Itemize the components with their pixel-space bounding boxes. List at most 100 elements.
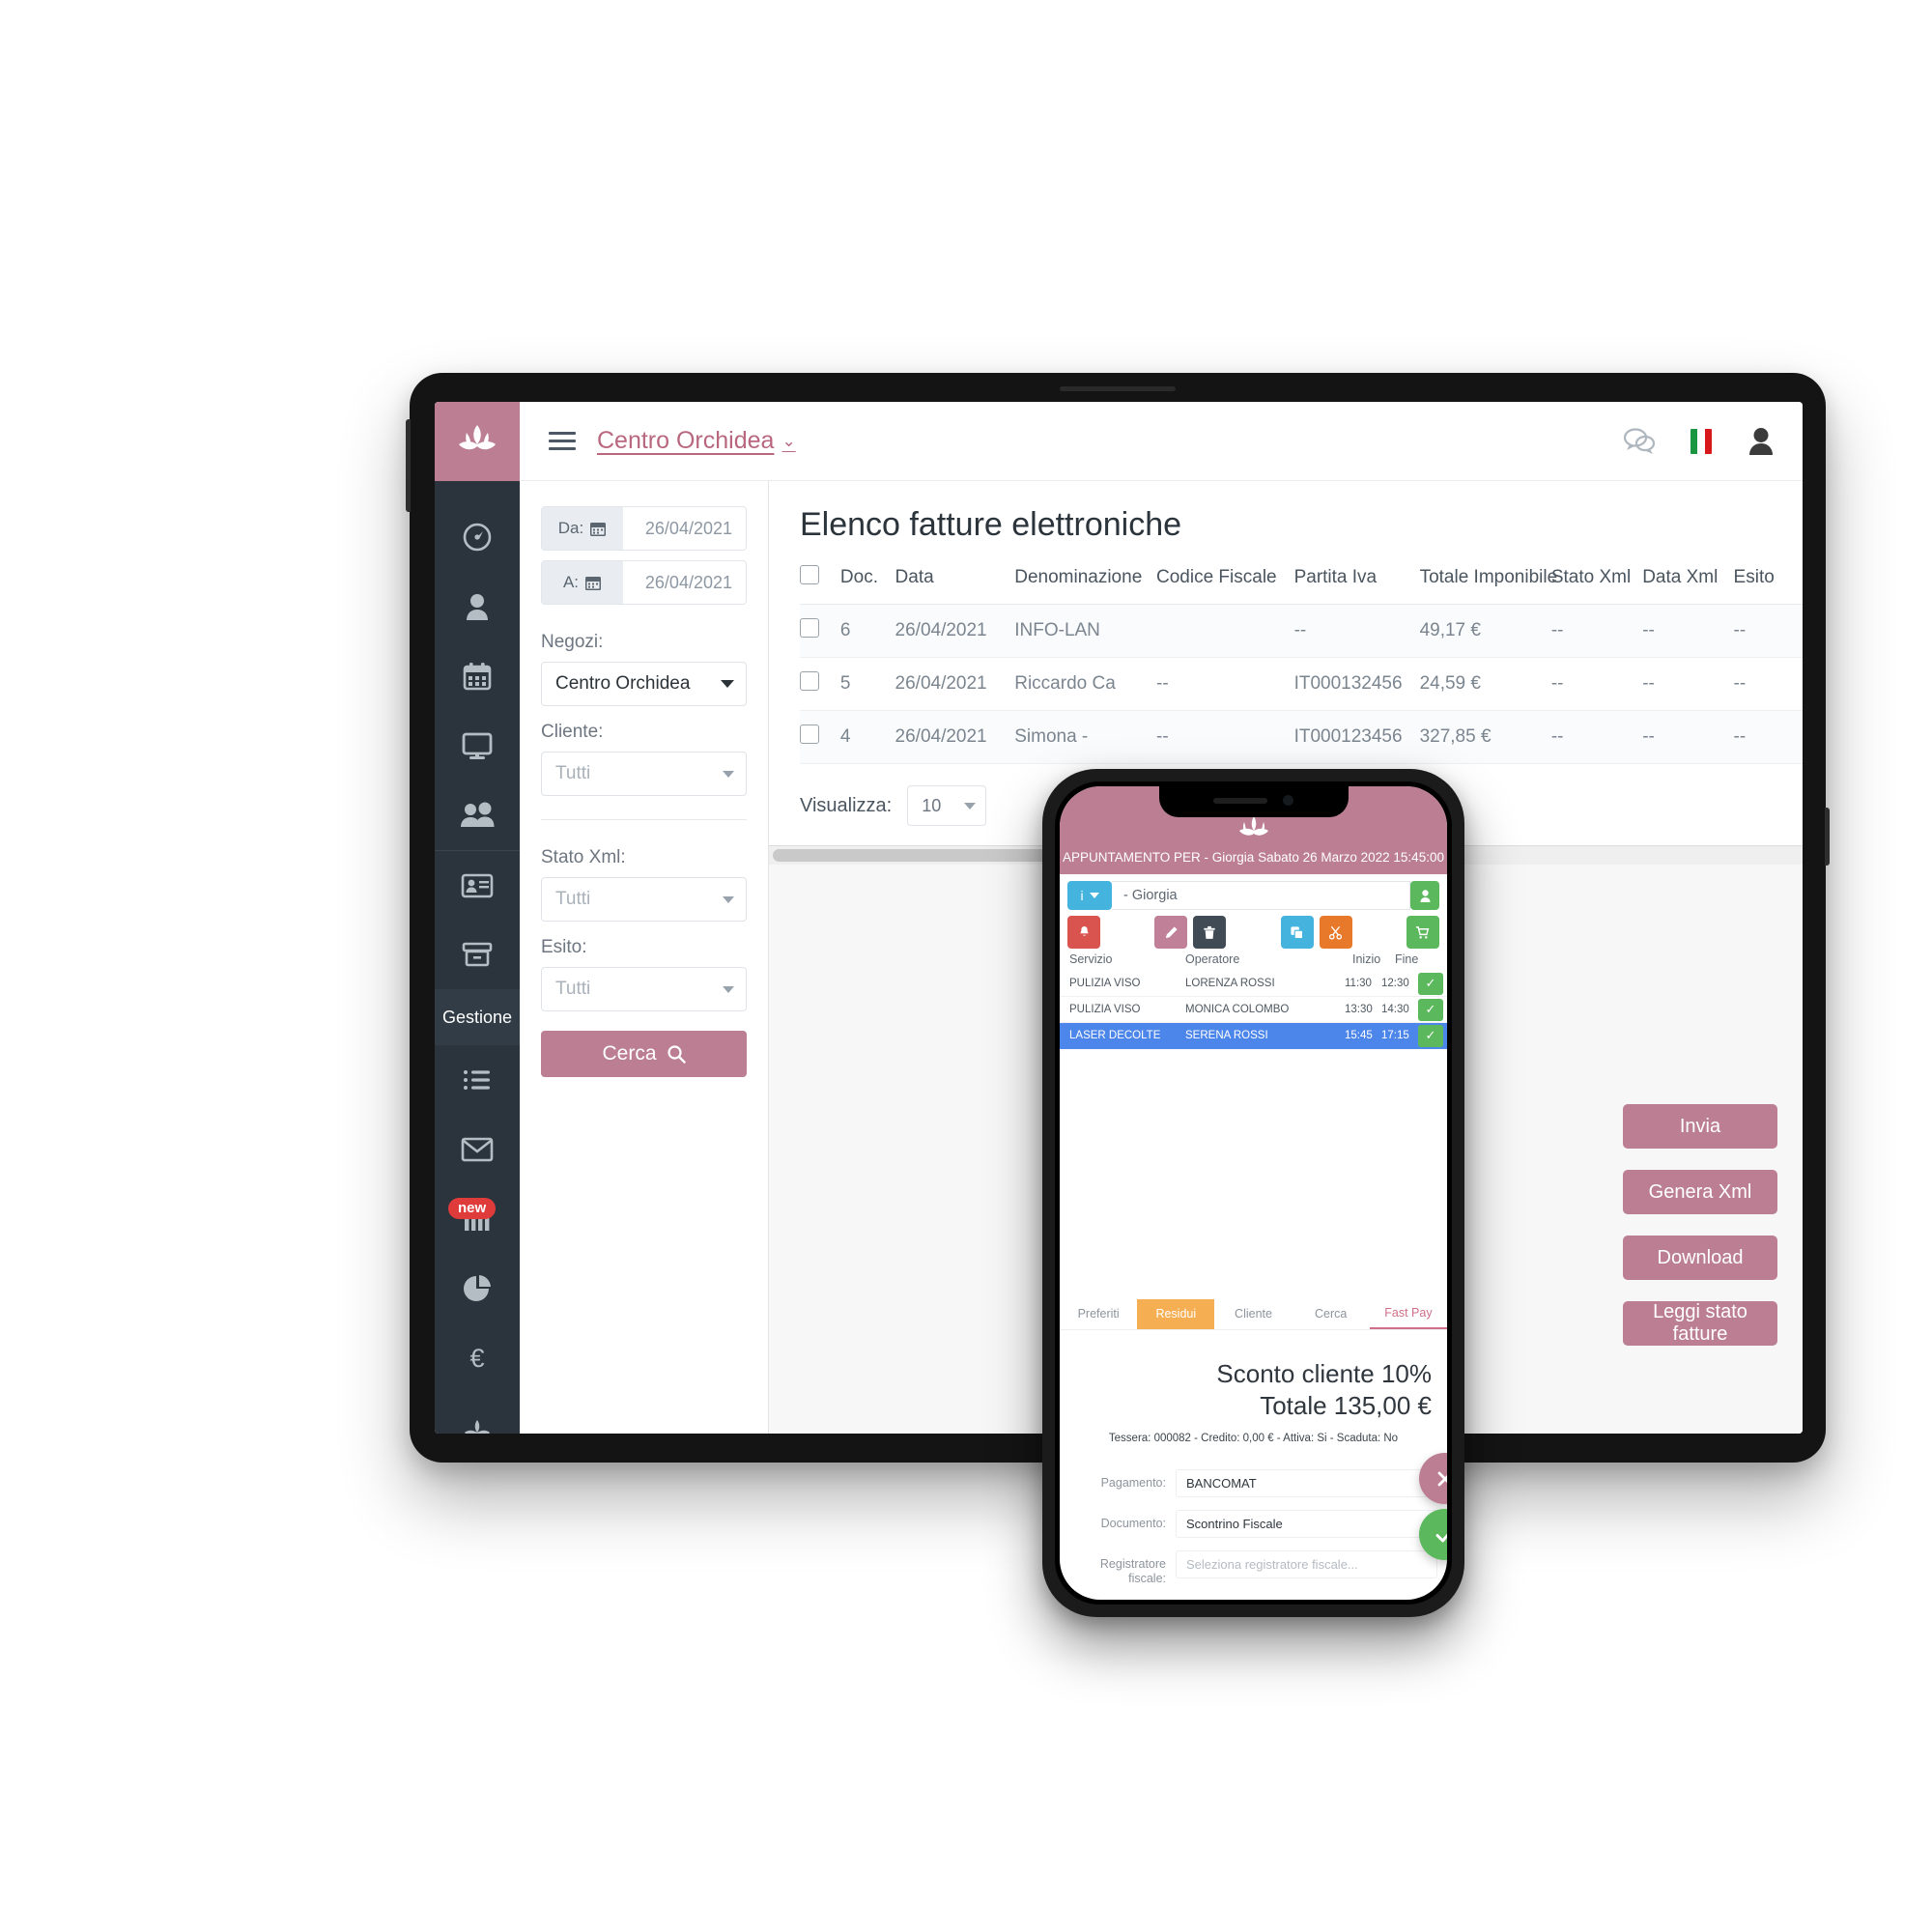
- cell-doc: 4: [839, 710, 895, 764]
- delete-button[interactable]: [1193, 916, 1227, 949]
- register-select[interactable]: Seleziona registratore fiscale...: [1176, 1549, 1437, 1578]
- cart-button[interactable]: [1406, 916, 1439, 949]
- sidebar-item-extra[interactable]: [435, 1393, 520, 1434]
- xml-state-select[interactable]: Tutti: [541, 877, 747, 922]
- cell-data: 26/04/2021: [895, 604, 1015, 658]
- col-doc[interactable]: Doc.: [839, 559, 895, 605]
- sidebar-item-staff[interactable]: [435, 781, 520, 850]
- tab-residui[interactable]: Residui: [1137, 1298, 1215, 1329]
- row-checkbox[interactable]: [800, 671, 819, 691]
- invia-button[interactable]: Invia: [1623, 1104, 1777, 1149]
- date-from-field[interactable]: Da: 26/04/2021: [541, 506, 747, 551]
- col-data[interactable]: Data: [895, 559, 1015, 605]
- cut-button[interactable]: [1319, 916, 1352, 949]
- col-esito[interactable]: Esito: [1733, 559, 1803, 605]
- date-to-value[interactable]: 26/04/2021: [623, 561, 746, 604]
- tablet-volume-button[interactable]: [406, 419, 411, 512]
- outcome-select[interactable]: Tutti: [541, 967, 747, 1011]
- cell-data-xml: --: [1642, 710, 1734, 764]
- cell-denominazione: INFO-LAN: [1014, 604, 1156, 658]
- card-info-line: Tessera: 000082 - Credito: 0,00 € - Atti…: [1108, 1432, 1399, 1444]
- chat-bubbles-icon[interactable]: [1623, 427, 1656, 456]
- lotus-logo-icon: [1238, 816, 1268, 836]
- cell-data: 26/04/2021: [895, 710, 1015, 764]
- sidebar-item-clients[interactable]: [435, 572, 520, 641]
- sidebar-item-lists[interactable]: [435, 1045, 520, 1115]
- leggi-stato-fatture-button[interactable]: Leggi stato fatture: [1623, 1301, 1777, 1346]
- sidebar-item-warehouse[interactable]: [435, 920, 520, 989]
- col-codice-fiscale[interactable]: Codice Fiscale: [1156, 559, 1294, 605]
- select-all-checkbox[interactable]: [800, 565, 819, 584]
- cell-doc: 5: [839, 657, 895, 711]
- sidebar-item-agenda[interactable]: [435, 641, 520, 711]
- client-select[interactable]: Tutti: [541, 752, 747, 796]
- statistics-new-badge: new: [448, 1198, 497, 1219]
- tab-cliente[interactable]: Cliente: [1214, 1299, 1292, 1329]
- table-row[interactable]: 4 26/04/2021 Simona - -- IT000123456 327…: [800, 710, 1803, 764]
- sidebar-item-dashboard[interactable]: [435, 502, 520, 572]
- duplicate-button[interactable]: [1280, 916, 1314, 949]
- sidebar-item-display[interactable]: [435, 711, 520, 781]
- list-icon: [464, 1070, 490, 1090]
- col-data-xml[interactable]: Data Xml: [1642, 559, 1734, 605]
- copy-icon: [1291, 925, 1304, 939]
- row-checkbox[interactable]: [800, 618, 819, 638]
- row-checkbox[interactable]: [800, 724, 819, 744]
- tab-cerca[interactable]: Cerca: [1293, 1299, 1370, 1329]
- cell-data: 26/04/2021: [895, 657, 1015, 711]
- edit-button[interactable]: [1154, 916, 1188, 949]
- info-dropdown-button[interactable]: i: [1067, 881, 1112, 910]
- invoice-table-head: Doc. Data Denominazione Codice Fiscale P…: [800, 559, 1803, 605]
- select-client-button[interactable]: [1410, 881, 1439, 910]
- table-row[interactable]: 6 26/04/2021 INFO-LAN -- 49,17 € -- -- -…: [800, 604, 1803, 658]
- service-start: 11:30: [1345, 978, 1372, 989]
- service-end: 14:30: [1381, 1004, 1409, 1015]
- tab-preferiti[interactable]: Preferiti: [1060, 1299, 1137, 1329]
- col-partita-iva[interactable]: Partita Iva: [1293, 559, 1420, 605]
- outcome-label: Esito:: [541, 937, 587, 957]
- col-totale-imponibile[interactable]: Totale Imponibile: [1419, 559, 1557, 605]
- phone-screen: APPUNTAMENTO PER - Giorgia Sabato 26 Mar…: [1060, 786, 1447, 1600]
- col-denominazione[interactable]: Denominazione: [1014, 559, 1156, 605]
- rows-per-page-select[interactable]: 10: [907, 785, 987, 826]
- header-bar: Centro Orchidea ⌄: [520, 402, 1803, 481]
- sidebar-item-messages[interactable]: [435, 1115, 520, 1184]
- register-row: Registratore fiscale: Seleziona registra…: [1065, 1549, 1437, 1587]
- payment-label: Pagamento:: [1100, 1475, 1166, 1490]
- date-from-value[interactable]: 26/04/2021: [623, 507, 746, 550]
- payment-select[interactable]: BANCOMAT: [1176, 1468, 1437, 1497]
- sidebar-item-statistics[interactable]: new: [435, 1184, 520, 1254]
- list-item[interactable]: PULIZIA VISO MONICA COLOMBO 13:30 14:30 …: [1060, 997, 1447, 1023]
- notify-button[interactable]: [1067, 916, 1100, 949]
- italy-flag-icon[interactable]: [1690, 428, 1712, 454]
- cell-codice-fiscale: --: [1156, 657, 1294, 711]
- user-avatar-icon[interactable]: [1747, 426, 1776, 457]
- check-icon[interactable]: ✓: [1418, 998, 1443, 1021]
- download-button[interactable]: Download: [1623, 1236, 1777, 1280]
- genera-xml-button[interactable]: Genera Xml: [1623, 1170, 1777, 1214]
- sidebar-item-accounting[interactable]: €: [435, 1323, 520, 1393]
- hamburger-menu-icon[interactable]: [549, 432, 576, 450]
- people-group-icon: [461, 802, 495, 827]
- table-row[interactable]: 5 26/04/2021 Riccardo Ca -- IT000132456 …: [800, 657, 1803, 711]
- check-icon: [1435, 1532, 1447, 1542]
- col-stato-xml[interactable]: Stato Xml: [1550, 559, 1643, 605]
- tab-fast-pay[interactable]: Fast Pay: [1369, 1299, 1447, 1329]
- document-select[interactable]: Scontrino Fiscale: [1176, 1509, 1437, 1538]
- sidebar-item-reports[interactable]: [435, 1254, 520, 1323]
- client-input[interactable]: - Giorgia: [1112, 881, 1410, 910]
- search-button[interactable]: Cerca: [541, 1031, 747, 1077]
- row-checkbox-cell: [800, 710, 840, 764]
- list-item[interactable]: PULIZIA VISO LORENZA ROSSI 11:30 12:30 ✓: [1060, 971, 1447, 997]
- shops-select[interactable]: Centro Orchidea: [541, 662, 747, 706]
- check-icon[interactable]: ✓: [1418, 1024, 1443, 1047]
- list-item[interactable]: LASER DECOLTE SERENA ROSSI 15:45 17:15 ✓: [1060, 1023, 1447, 1049]
- app-logo[interactable]: [435, 402, 520, 481]
- shop-selector[interactable]: Centro Orchidea ⌄: [597, 427, 796, 455]
- table-header-row: Doc. Data Denominazione Codice Fiscale P…: [800, 559, 1803, 605]
- date-to-field[interactable]: A: 26/04/2021: [541, 560, 747, 605]
- tablet-power-button[interactable]: [1825, 808, 1830, 866]
- sidebar-item-cards[interactable]: [435, 850, 520, 920]
- cell-esito: --: [1733, 710, 1803, 764]
- check-icon[interactable]: ✓: [1418, 972, 1443, 995]
